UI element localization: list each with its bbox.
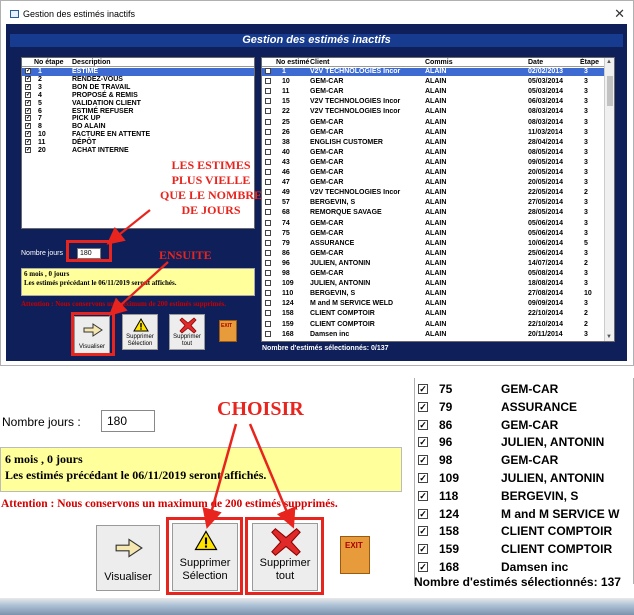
arrow-to-supprimer-selection bbox=[202, 423, 238, 529]
annotation-arrows-top bbox=[106, 209, 169, 316]
arrow-to-visualiser bbox=[108, 261, 169, 316]
arrow-to-days bbox=[106, 209, 151, 245]
separator bbox=[0, 366, 634, 376]
arrow-to-supprimer-tout bbox=[248, 423, 296, 529]
annotation-arrows-bottom bbox=[202, 423, 296, 529]
taskbar-edge bbox=[0, 598, 634, 615]
